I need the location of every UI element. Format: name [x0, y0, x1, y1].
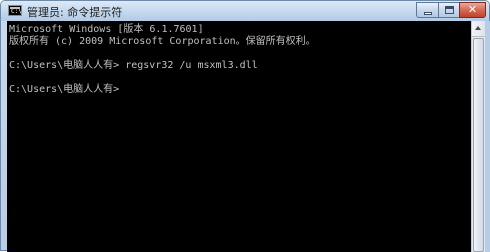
cmd-console-icon[interactable]: C:\ [8, 5, 22, 16]
scroll-up-arrow-icon[interactable] [472, 21, 485, 37]
minimize-button[interactable] [416, 2, 439, 18]
window-title: 管理员: 命令提示符 [27, 6, 123, 19]
console-line-command: C:\Users\电脑人人有> regsvr32 /u msxml3.dll [9, 60, 258, 71]
maximize-icon [445, 6, 454, 14]
console-output-area[interactable]: Microsoft Windows [版本 6.1.7601] 版权所有 (c)… [7, 21, 471, 252]
vertical-scrollbar[interactable] [471, 21, 485, 252]
scroll-thumb[interactable] [473, 38, 484, 252]
title-bar[interactable]: C:\ 管理员: 命令提示符 ✕ [1, 1, 489, 21]
console-line-copyright: 版权所有 (c) 2009 Microsoft Corporation。保留所有… [9, 36, 316, 47]
console-line-prompt: C:\Users\电脑人人有> [9, 84, 120, 95]
close-icon: ✕ [467, 3, 478, 16]
cmd-window: C:\ 管理员: 命令提示符 ✕ Microsoft Windows [版本 6… [0, 0, 490, 252]
close-button[interactable]: ✕ [459, 2, 486, 18]
window-frame-right [485, 21, 490, 252]
console-line-version: Microsoft Windows [版本 6.1.7601] [9, 24, 204, 35]
maximize-button[interactable] [438, 2, 460, 18]
cmd-icon-glyph: C:\ [11, 8, 22, 15]
minimize-icon [424, 12, 432, 15]
